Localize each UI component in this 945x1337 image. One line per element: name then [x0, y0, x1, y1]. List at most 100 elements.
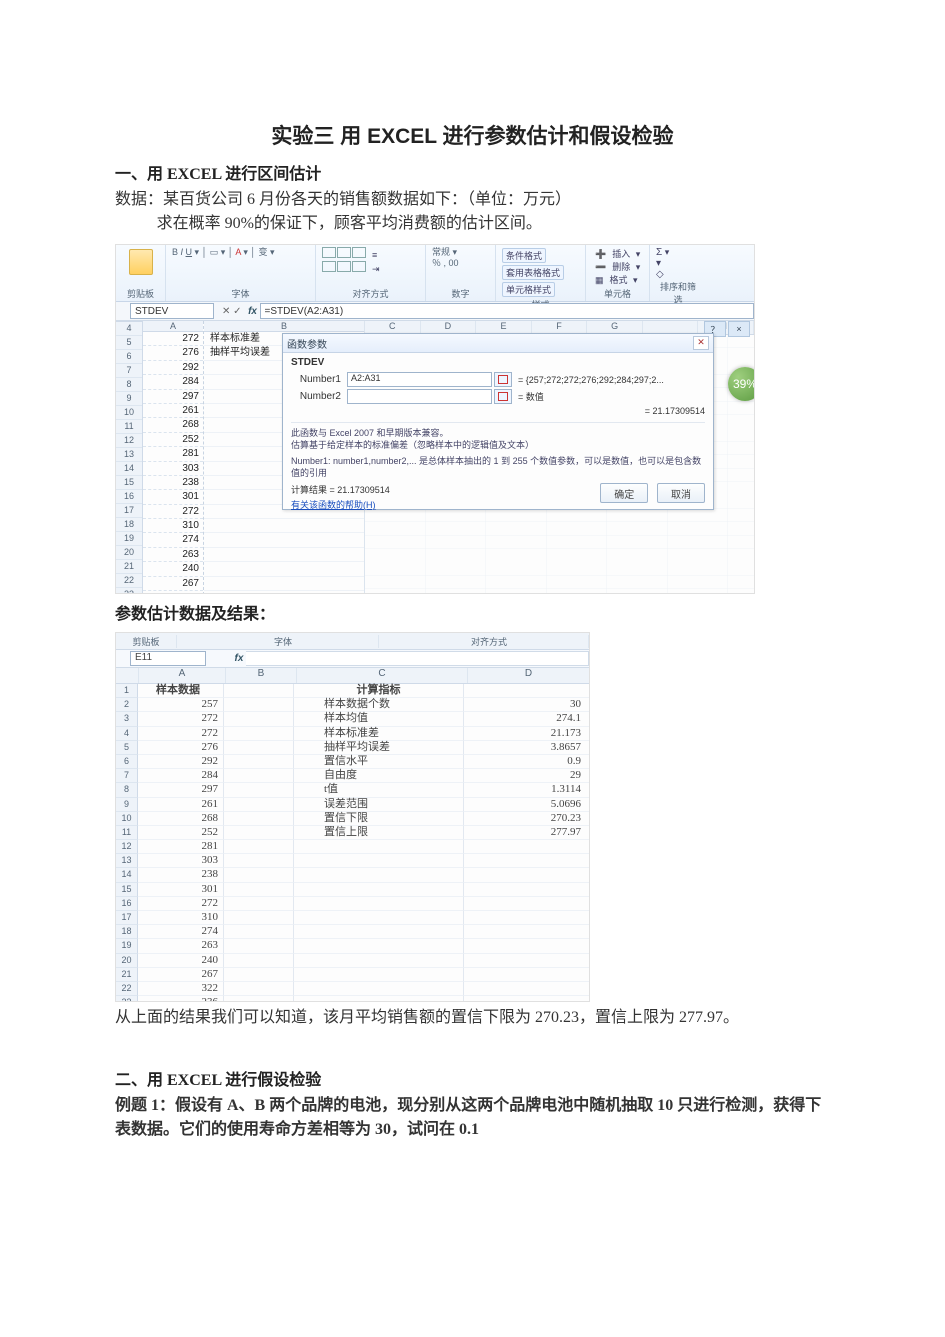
cell[interactable] — [294, 868, 464, 882]
cell[interactable] — [204, 533, 364, 547]
row-header[interactable]: 10 — [116, 812, 138, 826]
cell[interactable] — [294, 911, 464, 925]
cell[interactable] — [294, 840, 464, 854]
cell[interactable]: 284 — [138, 769, 224, 783]
row-header[interactable]: 9 — [116, 798, 138, 812]
cell[interactable]: 240 — [138, 954, 224, 968]
dialog-help-link[interactable]: 有关该函数的帮助(H) — [291, 498, 376, 511]
cell[interactable]: 21.173 — [464, 727, 589, 741]
cell[interactable]: 样本数据 — [138, 684, 224, 698]
row-header[interactable]: 23 — [116, 996, 138, 1002]
cell[interactable]: 257 — [138, 698, 224, 712]
number2-input[interactable] — [347, 389, 492, 404]
row-header[interactable]: 9 — [116, 392, 142, 406]
cell[interactable] — [294, 954, 464, 968]
cell[interactable]: 误差范围 — [294, 798, 464, 812]
formula-bar-2[interactable] — [246, 651, 589, 666]
cell[interactable]: 303 — [138, 854, 224, 868]
cell[interactable]: 抽样平均误差 — [294, 741, 464, 755]
cell[interactable]: 274 — [143, 533, 203, 547]
cell[interactable]: 310 — [138, 911, 224, 925]
name-box[interactable]: STDEV — [130, 303, 214, 319]
row-header[interactable]: 7 — [116, 364, 142, 378]
cell[interactable]: 236 — [138, 996, 224, 1002]
cell[interactable] — [294, 996, 464, 1002]
editing-controls[interactable]: Σ ▾ ▾ ◇ — [656, 247, 700, 280]
cell[interactable]: 置信水平 — [294, 755, 464, 769]
cell[interactable] — [464, 911, 589, 925]
cell[interactable]: 267 — [138, 968, 224, 982]
cell[interactable]: 272 — [143, 505, 203, 519]
dialog-cancel-button[interactable]: 取消 — [657, 483, 705, 503]
row-header[interactable]: 1 — [116, 684, 138, 698]
cell[interactable]: 274.1 — [464, 712, 589, 726]
cell[interactable]: 240 — [143, 562, 203, 576]
row-header[interactable]: 5 — [116, 336, 142, 350]
cell[interactable] — [204, 577, 364, 591]
col-headers-2[interactable]: A B C D — [116, 668, 589, 684]
number1-input[interactable]: A2:A31 — [347, 372, 492, 387]
cell[interactable]: t值 — [294, 783, 464, 797]
cell[interactable] — [294, 925, 464, 939]
name-box-2[interactable]: E11 — [130, 651, 206, 666]
cell[interactable]: 29 — [464, 769, 589, 783]
cell[interactable]: 301 — [143, 490, 203, 504]
cell[interactable]: 268 — [143, 418, 203, 432]
cell[interactable]: 301 — [138, 883, 224, 897]
cell[interactable] — [204, 591, 364, 594]
row-header[interactable]: 22 — [116, 574, 142, 588]
cell[interactable]: 277.97 — [464, 826, 589, 840]
cell[interactable]: 252 — [138, 826, 224, 840]
cell[interactable]: 281 — [143, 447, 203, 461]
cell[interactable]: 268 — [138, 812, 224, 826]
align-controls[interactable]: ≡ ⇥ — [322, 247, 419, 275]
styles-controls[interactable]: 条件格式 套用表格格式 单元格样式 — [502, 247, 579, 298]
row-header[interactable]: 19 — [116, 532, 142, 546]
cell[interactable]: 置信上限 — [294, 826, 464, 840]
cell[interactable]: 样本数据个数 — [294, 698, 464, 712]
row-header[interactable]: 12 — [116, 434, 142, 448]
paste-icon[interactable] — [129, 249, 153, 275]
row-header[interactable]: 14 — [116, 868, 138, 882]
row-header[interactable]: 4 — [116, 727, 138, 741]
cell[interactable]: 272 — [138, 712, 224, 726]
cell[interactable] — [294, 897, 464, 911]
row-header[interactable]: 10 — [116, 406, 142, 420]
row-header[interactable]: 17 — [116, 911, 138, 925]
cell[interactable] — [464, 968, 589, 982]
cell[interactable]: 297 — [138, 783, 224, 797]
cell[interactable]: 272 — [138, 727, 224, 741]
cell[interactable]: 0.9 — [464, 755, 589, 769]
cell[interactable]: 292 — [143, 361, 203, 375]
number-controls[interactable]: 常规 ▾％ , 00 — [432, 247, 489, 269]
row-header[interactable]: 14 — [116, 462, 142, 476]
cell[interactable]: 267 — [143, 577, 203, 591]
row-header[interactable]: 13 — [116, 448, 142, 462]
cell[interactable]: 272 — [143, 332, 203, 346]
cell[interactable] — [464, 897, 589, 911]
row-header[interactable]: 16 — [116, 490, 142, 504]
number2-ref-icon[interactable] — [494, 389, 512, 404]
row-header[interactable]: 5 — [116, 741, 138, 755]
row-header[interactable]: 22 — [116, 982, 138, 996]
dialog-ok-button[interactable]: 确定 — [600, 483, 648, 503]
cell[interactable] — [294, 939, 464, 953]
cell[interactable] — [294, 883, 464, 897]
cell[interactable] — [464, 939, 589, 953]
cell[interactable]: 样本标准差 — [294, 727, 464, 741]
cell[interactable]: 284 — [143, 375, 203, 389]
fx-icon[interactable]: fx — [246, 306, 260, 317]
cell[interactable]: 1.3114 — [464, 783, 589, 797]
cell[interactable]: 计算指标 — [294, 684, 464, 698]
row-header[interactable]: 4 — [116, 322, 142, 336]
row-header[interactable]: 17 — [116, 504, 142, 518]
row-header[interactable]: 20 — [116, 546, 142, 560]
cell[interactable]: 5.0696 — [464, 798, 589, 812]
cell[interactable]: 样本均值 — [294, 712, 464, 726]
cell[interactable] — [464, 954, 589, 968]
cell[interactable] — [204, 562, 364, 576]
cell[interactable]: 303 — [143, 462, 203, 476]
row-header[interactable]: 16 — [116, 897, 138, 911]
cell[interactable] — [294, 854, 464, 868]
cell[interactable]: 30 — [464, 698, 589, 712]
